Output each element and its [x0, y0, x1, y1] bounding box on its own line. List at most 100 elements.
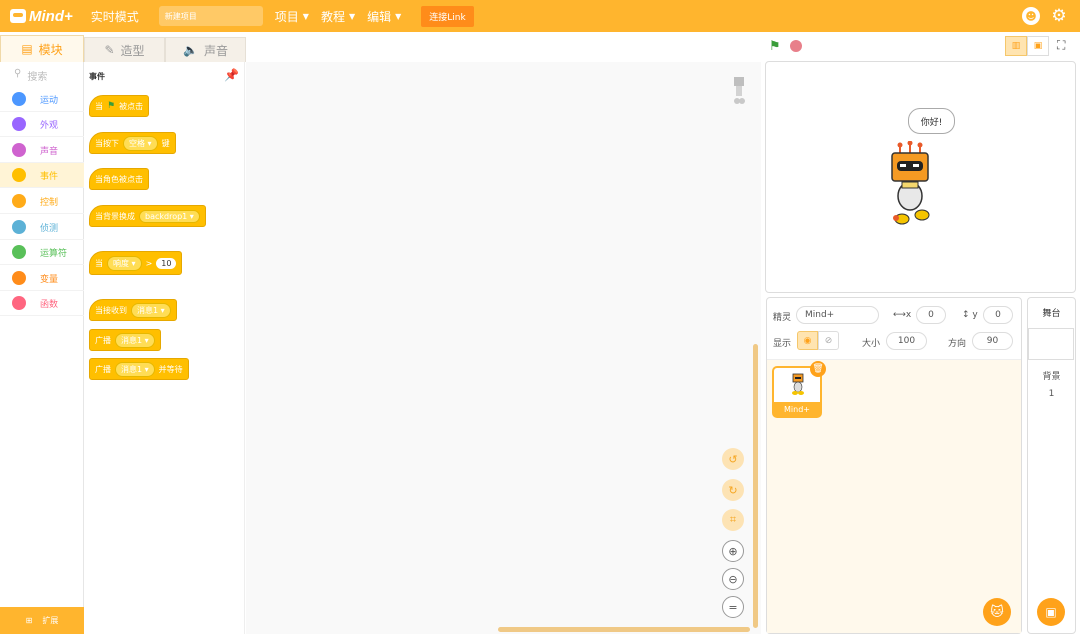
hide-sprite-button[interactable]: ⊘ — [818, 331, 839, 350]
brush-icon: ✎ — [104, 43, 115, 57]
green-flag-icon: ⚑ — [107, 101, 116, 111]
block-when-flag-clicked[interactable]: 当 ⚑ 被点击 — [89, 95, 150, 117]
backdrop-label: 背景 — [1042, 372, 1061, 382]
block-when-sprite-clicked[interactable]: 当角色被点击 — [89, 168, 149, 190]
category-functions[interactable]: 函数 — [0, 291, 84, 316]
category-operators[interactable]: 运算符 — [0, 240, 84, 265]
delete-sprite-button[interactable]: 🗑 — [810, 361, 826, 377]
add-backdrop-icon: ▣ — [1045, 605, 1057, 619]
extensions-button[interactable]: ⊞ 扩展 — [0, 607, 84, 634]
block-when-key-pressed[interactable]: 当按下 空格 ▾ 键 — [89, 132, 176, 154]
zoom-in-icon: ⊕ — [728, 544, 738, 558]
threshold-input[interactable]: 10 — [156, 257, 177, 269]
redo-button[interactable]: ↻ — [722, 479, 744, 501]
sprite-card-name: Mind+ — [774, 402, 820, 416]
eye-slash-icon: ⊘ — [824, 335, 833, 346]
show-label: 显示 — [773, 339, 792, 349]
mode-toggle[interactable]: 实时模式 — [91, 8, 139, 25]
add-extension-icon: ⊞ — [25, 616, 33, 625]
eye-icon: ◉ — [803, 335, 812, 346]
large-stage-button[interactable]: ▣ — [1027, 36, 1049, 56]
mindplus-logo[interactable]: Mind+ — [10, 8, 73, 25]
horizontal-scrollbar[interactable] — [498, 627, 750, 632]
category-looks[interactable]: 外观 — [0, 112, 84, 137]
block-search[interactable]: ⚲ 搜索 — [14, 68, 47, 83]
zoom-in-button[interactable]: ⊕ — [722, 540, 744, 562]
vertical-scrollbar[interactable] — [753, 344, 758, 628]
stop-button[interactable] — [790, 40, 802, 52]
menu-project[interactable]: 项目 ▼ — [275, 8, 309, 25]
message-dropdown[interactable]: 消息1 ▾ — [115, 332, 155, 348]
direction-input[interactable]: 90 — [972, 332, 1013, 350]
message-dropdown[interactable]: 消息1 ▾ — [115, 361, 155, 377]
crop-icon: ⌗ — [729, 513, 737, 526]
category-motion[interactable]: 运动 — [0, 87, 84, 112]
sensor-dropdown[interactable]: 响度 ▾ — [107, 255, 142, 271]
connect-link-button[interactable]: 连接Link — [421, 5, 474, 27]
blocks-icon: ▤ — [21, 42, 33, 56]
project-name-input[interactable] — [158, 6, 263, 26]
category-sound[interactable]: 声音 — [0, 138, 84, 163]
caret-down-icon: ▼ — [302, 11, 309, 21]
clean-up-button[interactable]: ⌗ — [722, 509, 744, 531]
key-dropdown[interactable]: 空格 ▾ — [123, 135, 158, 151]
menu-edit[interactable]: 编辑 ▼ — [367, 8, 401, 25]
code-workspace[interactable] — [246, 62, 761, 634]
backdrop-dropdown[interactable]: backdrop1 ▾ — [139, 209, 200, 223]
block-when-receive[interactable]: 当接收到 消息1 ▾ — [89, 299, 177, 321]
speaker-icon: 🔈 — [183, 43, 198, 57]
category-dot — [12, 220, 26, 234]
category-variables[interactable]: 变量 — [0, 266, 84, 291]
undo-button[interactable]: ↺ — [722, 448, 744, 470]
category-dot — [12, 271, 26, 285]
tab-blocks[interactable]: ▤ 模块 — [0, 35, 84, 62]
small-stage-icon: ▥ — [1011, 41, 1021, 51]
zoom-out-button[interactable]: ⊖ — [722, 568, 744, 590]
category-sensing[interactable]: 侦测 — [0, 215, 84, 240]
show-sprite-button[interactable]: ◉ — [797, 331, 818, 350]
tab-costumes[interactable]: ✎ 造型 — [84, 37, 165, 62]
small-stage-button[interactable]: ▥ — [1005, 36, 1027, 56]
stage-panel-title: 舞台 — [1042, 309, 1061, 319]
equals-icon: = — [728, 600, 738, 614]
x-input[interactable]: 0 — [916, 306, 946, 324]
speech-bubble: 你好! — [908, 108, 955, 134]
category-dot — [12, 194, 26, 208]
palette-section-title: 事件 — [89, 72, 105, 81]
pin-icon[interactable]: 📌 — [224, 68, 239, 82]
robot-logo-icon — [10, 9, 26, 23]
block-broadcast-and-wait[interactable]: 广播 消息1 ▾ 并等待 — [89, 358, 189, 380]
add-sprite-icon: 🐱 — [990, 604, 1004, 620]
sprite-label: 精灵 — [773, 313, 792, 323]
block-when-backdrop-switches[interactable]: 当背景换成 backdrop1 ▾ — [89, 205, 206, 227]
green-flag-button[interactable]: ⚑ — [769, 39, 781, 54]
add-backdrop-button[interactable]: ▣ — [1037, 598, 1065, 626]
size-input[interactable]: 100 — [886, 332, 927, 350]
add-sprite-button[interactable]: 🐱 — [983, 598, 1011, 626]
category-dot — [12, 296, 26, 310]
direction-label: 方向 — [948, 339, 967, 349]
menu-tutorial[interactable]: 教程 ▼ — [321, 8, 355, 25]
category-dot — [12, 168, 26, 182]
y-label: ↕ y — [962, 310, 978, 320]
tab-sounds[interactable]: 🔈 声音 — [165, 37, 246, 62]
mindplus-robot-sprite[interactable] — [888, 141, 934, 227]
robot-avatar-icon[interactable]: ☻ — [1022, 7, 1040, 25]
block-when-greater-than[interactable]: 当响度 ▾ >10 — [89, 251, 183, 275]
stage-thumbnail[interactable] — [1028, 328, 1074, 360]
sprite-name-input[interactable]: Mind+ — [796, 306, 879, 324]
vertical-arrows-icon: ↕ — [962, 310, 970, 320]
caret-down-icon: ▼ — [348, 11, 356, 21]
category-dot — [12, 143, 26, 157]
top-menu-bar: Mind+ 实时模式 项目▼ 教程▼ 编辑▼ 连接Link ☻ ⚙ — [0, 0, 1080, 32]
category-control[interactable]: 控制 — [0, 189, 84, 214]
block-broadcast[interactable]: 广播 消息1 ▾ — [89, 329, 161, 351]
message-dropdown[interactable]: 消息1 ▾ — [131, 302, 171, 318]
category-events[interactable]: 事件 — [0, 163, 84, 188]
category-dot — [12, 92, 26, 106]
zoom-reset-button[interactable]: = — [722, 596, 744, 618]
y-input[interactable]: 0 — [983, 306, 1013, 324]
gear-icon[interactable]: ⚙ — [1050, 6, 1068, 26]
category-dot — [12, 117, 26, 131]
fullscreen-icon[interactable]: ⛶ — [1057, 38, 1065, 53]
